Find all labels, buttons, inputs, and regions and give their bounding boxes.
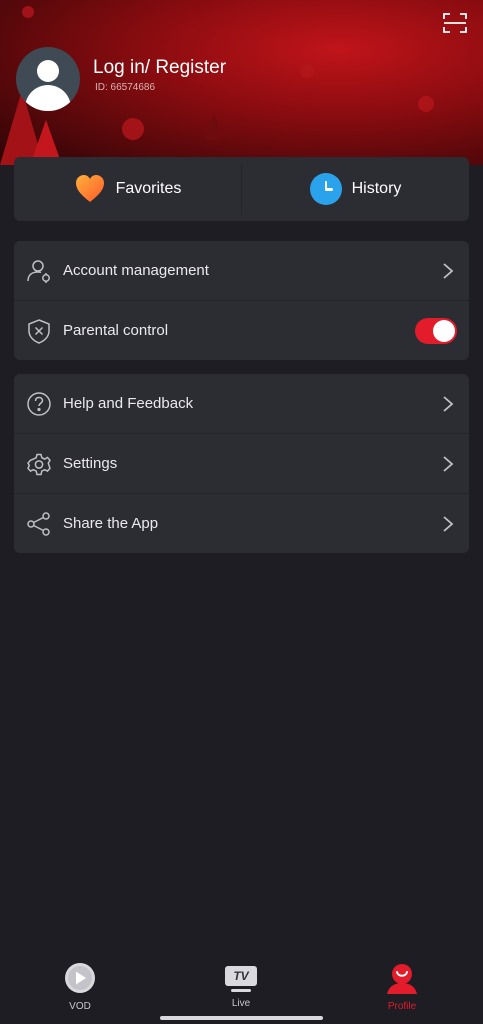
- account-menu: Account management Parental control: [14, 241, 469, 360]
- bottom-tab-bar: VOD TV Live Profile: [0, 950, 483, 1024]
- history-button[interactable]: History: [242, 157, 469, 221]
- avatar-head: [37, 60, 59, 82]
- tab-live[interactable]: TV Live: [201, 962, 281, 1009]
- account-icon: [27, 259, 50, 283]
- share-app-row[interactable]: Share the App: [14, 494, 469, 553]
- gear-icon: [27, 453, 51, 475]
- support-menu: Help and Feedback Settings Share the App: [14, 374, 469, 553]
- account-management-label: Account management: [63, 262, 209, 279]
- parental-control-toggle[interactable]: [415, 317, 457, 344]
- tab-profile-label: Profile: [387, 1001, 417, 1012]
- help-icon: [27, 391, 51, 416]
- profile-icon: [387, 964, 417, 994]
- chevron-right-icon: [443, 262, 454, 279]
- tv-screen: TV: [225, 966, 257, 986]
- help-feedback-row[interactable]: Help and Feedback: [14, 374, 469, 434]
- share-icon: [27, 511, 50, 536]
- chevron-right-icon: [443, 515, 454, 532]
- tab-live-label: Live: [231, 998, 251, 1009]
- tab-vod[interactable]: VOD: [40, 962, 120, 1012]
- avatar[interactable]: [16, 47, 80, 111]
- heart-icon: [75, 175, 104, 202]
- settings-label: Settings: [63, 455, 118, 472]
- decor-sphere: [22, 6, 34, 18]
- user-id: ID: 66574686: [95, 82, 156, 93]
- parental-control-row: Parental control: [14, 301, 469, 360]
- home-indicator: [160, 1016, 323, 1020]
- parental-control-label: Parental control: [63, 322, 169, 339]
- scan-icon[interactable]: [443, 12, 467, 34]
- toggle-knob: [433, 319, 455, 342]
- decor-triangle: [205, 112, 223, 140]
- tab-profile[interactable]: Profile: [362, 962, 442, 1012]
- decor-sphere: [300, 64, 314, 78]
- chevron-right-icon: [443, 395, 454, 412]
- favorites-button[interactable]: Favorites: [14, 157, 241, 221]
- login-register-link[interactable]: Log in/ Register: [93, 57, 226, 79]
- shield-icon: [28, 318, 50, 344]
- tab-vod-label: VOD: [69, 1001, 91, 1012]
- account-management-row[interactable]: Account management: [14, 241, 469, 301]
- tv-icon: TV: [224, 962, 258, 994]
- chevron-right-icon: [443, 455, 454, 472]
- favorites-label: Favorites: [115, 180, 182, 197]
- share-app-label: Share the App: [63, 515, 159, 532]
- play-icon: [65, 963, 95, 993]
- history-label: History: [351, 180, 402, 197]
- avatar-body: [25, 85, 71, 111]
- tv-badge: TV: [233, 969, 249, 983]
- decor-sphere: [418, 96, 434, 112]
- clock-icon: [309, 173, 342, 205]
- quick-access-card: Favorites History: [14, 157, 469, 221]
- tv-stand: [231, 989, 251, 992]
- decor-sphere: [122, 118, 144, 140]
- help-feedback-label: Help and Feedback: [63, 395, 194, 412]
- settings-row[interactable]: Settings: [14, 434, 469, 494]
